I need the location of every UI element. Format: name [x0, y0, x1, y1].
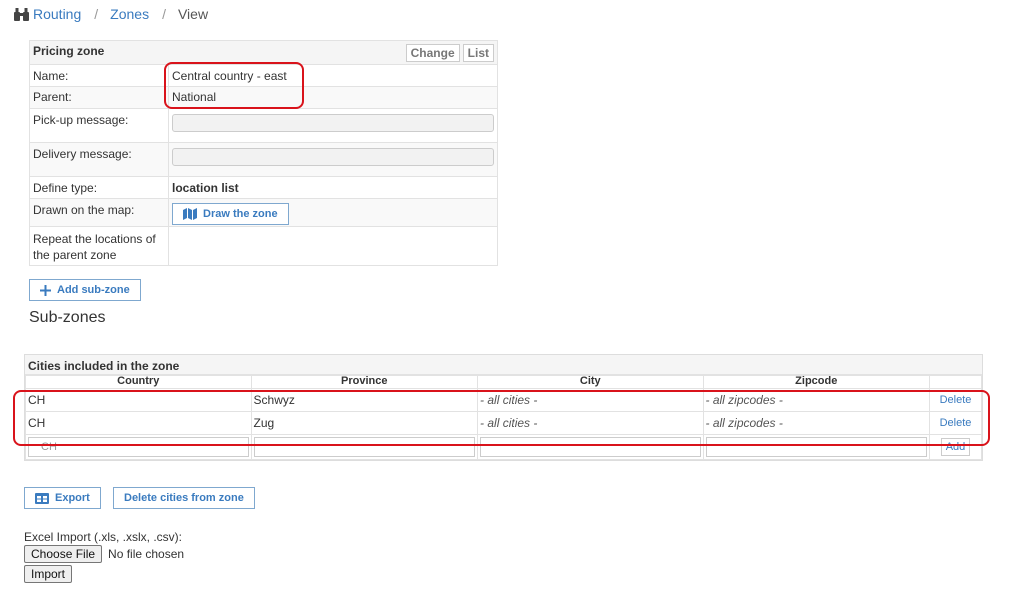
excel-import-label: Excel Import (.xls, .xslx, .csv):: [24, 530, 183, 544]
column-header-province: Province: [250, 375, 479, 389]
list-button[interactable]: List: [462, 43, 494, 62]
column-header-city: City: [477, 375, 704, 389]
define-type-value: location list: [168, 176, 498, 199]
draw-zone-label: Draw the zone: [203, 208, 278, 220]
parent-label: Parent:: [29, 86, 169, 109]
drawn-on-map-label: Drawn on the map:: [29, 198, 169, 227]
choose-file-button[interactable]: Choose File: [24, 545, 103, 563]
breadcrumb-zones-link[interactable]: Zones: [110, 6, 149, 22]
repeat-locations-label: Repeat the locations of the parent zone: [29, 226, 169, 266]
breadcrumb-routing-link[interactable]: Routing: [33, 6, 81, 22]
define-type-label: Define type:: [29, 176, 169, 199]
add-subzone-button[interactable]: Add sub-zone: [29, 279, 141, 301]
export-label: Export: [55, 492, 90, 504]
highlight-box: [13, 390, 990, 446]
pickup-message-field[interactable]: [172, 114, 494, 132]
binoculars-icon: [14, 7, 29, 21]
highlight-box: [164, 62, 304, 109]
cities-title: Cities included in the zone: [25, 355, 982, 375]
export-button[interactable]: Export: [24, 487, 101, 509]
map-icon: [183, 208, 197, 220]
subzones-title: Sub-zones: [29, 309, 106, 326]
change-button[interactable]: Change: [405, 43, 460, 62]
add-subzone-label: Add sub-zone: [57, 284, 130, 296]
pricing-zone-title: Pricing zone: [33, 43, 105, 58]
breadcrumb-separator: /: [94, 6, 99, 22]
delivery-message-field[interactable]: [172, 148, 494, 166]
delete-cities-button[interactable]: Delete cities from zone: [113, 487, 255, 509]
no-file-text: No file chosen: [108, 547, 185, 561]
breadcrumb-current: View: [177, 6, 209, 22]
name-label: Name:: [29, 64, 169, 87]
pickup-message-label: Pick-up message:: [29, 108, 169, 143]
import-button[interactable]: Import: [24, 565, 73, 583]
file-input: Choose File No file chosen: [24, 545, 184, 563]
repeat-locations-value: [168, 226, 498, 266]
draw-zone-button[interactable]: Draw the zone: [172, 203, 289, 225]
column-header-country: Country: [25, 375, 252, 389]
breadcrumb: Routing / Zones / View: [13, 6, 208, 22]
table-icon: [35, 492, 49, 504]
column-header-actions: [929, 375, 982, 389]
column-header-zipcode: Zipcode: [702, 375, 931, 389]
delivery-message-label: Delivery message:: [29, 142, 169, 177]
plus-icon: [40, 284, 51, 296]
breadcrumb-separator: /: [162, 6, 166, 22]
pricing-zone-header: Pricing zone Change List: [29, 40, 498, 65]
